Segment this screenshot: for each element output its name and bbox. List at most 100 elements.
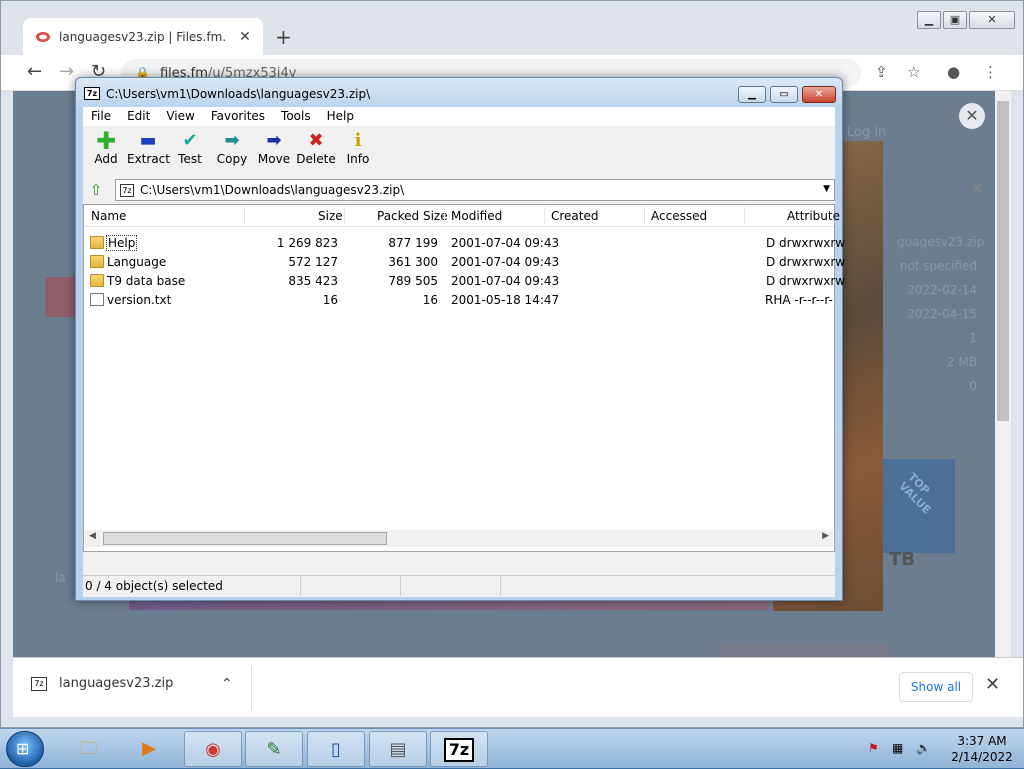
back-icon[interactable]: ← <box>27 61 42 82</box>
close-icon[interactable]: ✕ <box>969 11 1015 29</box>
scroll-left-icon[interactable]: ◀ <box>89 531 96 541</box>
page-info-0: guagesv23.zip <box>897 235 985 249</box>
page-login-link[interactable]: Log in <box>847 125 886 140</box>
path-combobox[interactable]: 7z C:\Users\vm1\Downloads\languagesv23.z… <box>115 179 835 201</box>
browser-tab[interactable]: languagesv23.zip | Files.fm. ✕ <box>23 18 263 56</box>
delete-button[interactable]: ✖ Delete <box>295 126 337 176</box>
panel-close-icon[interactable]: ✕ <box>971 181 983 197</box>
close-downloads-icon[interactable]: ✕ <box>985 674 1000 695</box>
top-value-badge: TOP VALUE <box>883 459 955 553</box>
share-icon[interactable]: ⇪ <box>875 63 888 81</box>
clock[interactable]: 3:37 AM 2/14/2022 <box>944 733 1020 765</box>
maximize-icon[interactable]: ▭ <box>770 86 798 103</box>
copy-button[interactable]: ➡ Copy <box>211 126 253 176</box>
system-tray: ⚑ ▦ 🔈 3:37 AM 2/14/2022 <box>862 729 1024 769</box>
col-packed-size[interactable]: Packed Size <box>377 209 448 223</box>
bookmark-star-icon[interactable]: ☆ <box>907 63 920 81</box>
address-row: ⇧ 7z C:\Users\vm1\Downloads\languagesv23… <box>83 178 835 202</box>
page-info-4: 1 <box>969 331 977 345</box>
scrollbar-thumb[interactable] <box>103 532 387 545</box>
folder-up-icon[interactable]: ⇧ <box>85 179 107 201</box>
close-icon[interactable]: ✕ <box>802 86 836 103</box>
menu-tools[interactable]: Tools <box>273 107 319 126</box>
tab-strip: languagesv23.zip | Files.fm. ✕ + ▁ ▣ ✕ <box>1 1 1023 56</box>
modal-close-icon[interactable]: ✕ <box>959 103 985 129</box>
list-item[interactable]: Language 572 127 361 300 2001-07-04 09:4… <box>84 253 845 272</box>
test-icon: ✔ <box>182 130 198 151</box>
extract-button[interactable]: ▬ Extract <box>127 126 170 176</box>
col-name[interactable]: Name <box>91 209 126 223</box>
column-divider[interactable] <box>544 207 545 225</box>
sevenzip-titlebar[interactable]: 7z C:\Users\vm1\Downloads\languagesv23.z… <box>76 78 842 108</box>
path-text: C:\Users\vm1\Downloads\languagesv23.zip\ <box>140 183 405 197</box>
taskbar-device-app-icon[interactable]: ▤ <box>369 731 427 767</box>
list-item[interactable]: T9 data base 835 423 789 505 2001-07-04 … <box>84 272 845 291</box>
column-divider[interactable] <box>744 207 745 225</box>
status-segment <box>301 576 401 596</box>
menu-help[interactable]: Help <box>319 107 362 126</box>
profile-avatar-icon[interactable]: ● <box>947 63 960 81</box>
page-bottom-bar <box>719 643 889 657</box>
info-button[interactable]: i Info <box>337 126 379 176</box>
page-tb-text: TB <box>889 549 915 570</box>
col-attribute[interactable]: Attribute <box>787 209 840 223</box>
volume-icon[interactable]: 🔈 <box>916 741 931 755</box>
col-size[interactable]: Size <box>318 209 343 223</box>
minimize-icon[interactable]: ▁ <box>917 11 941 29</box>
minimize-icon[interactable]: ▁ <box>738 86 766 103</box>
info-icon: i <box>354 130 362 151</box>
taskbar-chrome-icon[interactable]: ◉ <box>184 731 242 767</box>
column-divider[interactable] <box>244 207 245 225</box>
column-divider[interactable] <box>344 207 345 225</box>
test-button[interactable]: ✔ Test <box>169 126 211 176</box>
action-center-icon[interactable]: ⚑ <box>868 741 879 755</box>
menu-edit[interactable]: Edit <box>119 107 158 126</box>
archive-icon: 7z <box>120 183 134 197</box>
maximize-icon[interactable]: ▣ <box>943 11 967 29</box>
copy-icon: ➡ <box>224 130 240 151</box>
horizontal-scrollbar[interactable]: ◀ ▶ <box>85 530 833 547</box>
show-all-button[interactable]: Show all <box>899 672 973 702</box>
start-button[interactable]: ⊞ <box>6 731 44 767</box>
tab-close-icon[interactable]: ✕ <box>235 29 255 45</box>
new-tab-icon[interactable]: + <box>275 25 292 49</box>
page-scrollbar[interactable] <box>995 91 1011 657</box>
taskbar-media-player-icon[interactable]: ▶ <box>120 731 178 767</box>
status-segment <box>401 576 501 596</box>
status-segment: 0 / 4 object(s) selected <box>83 576 301 596</box>
forward-icon[interactable]: → <box>59 61 74 82</box>
menu-file[interactable]: File <box>83 107 119 126</box>
col-created[interactable]: Created <box>551 209 599 223</box>
add-button[interactable]: ✚ Add <box>85 126 127 176</box>
column-divider[interactable] <box>444 207 445 225</box>
scroll-right-icon[interactable]: ▶ <box>822 531 829 541</box>
scrollbar-thumb[interactable] <box>997 101 1009 421</box>
taskbar-7zip-icon[interactable]: 7z <box>430 731 488 767</box>
taskbar-chart-app-icon[interactable]: ✎ <box>245 731 303 767</box>
taskbar-explorer-icon[interactable]: 🗀 <box>60 731 118 767</box>
folder-icon <box>90 236 104 249</box>
more-menu-icon[interactable]: ⋮ <box>983 63 998 81</box>
menu-favorites[interactable]: Favorites <box>203 107 273 126</box>
sevenzip-window: 7z C:\Users\vm1\Downloads\languagesv23.z… <box>75 77 845 601</box>
file-list: Name Size Packed Size Modified Created A… <box>83 204 845 552</box>
tab-title: languagesv23.zip | Files.fm. <box>59 30 227 44</box>
network-icon[interactable]: ▦ <box>892 741 903 755</box>
page-info-1: not specified <box>899 259 977 273</box>
chevron-up-icon[interactable]: ⌃ <box>221 676 233 692</box>
col-modified[interactable]: Modified <box>451 209 502 223</box>
column-divider[interactable] <box>644 207 645 225</box>
list-item[interactable]: version.txt 16 16 2001-05-18 14:47 RHA -… <box>84 291 834 310</box>
clock-date: 2/14/2022 <box>951 750 1013 764</box>
taskbar-phone-app-icon[interactable]: ▯ <box>307 731 365 767</box>
col-accessed[interactable]: Accessed <box>651 209 707 223</box>
window-title: C:\Users\vm1\Downloads\languagesv23.zip\ <box>106 87 371 101</box>
move-button[interactable]: ➡ Move <box>253 126 295 176</box>
list-item[interactable]: Help 1 269 823 877 199 2001-07-04 09:43 … <box>84 234 845 253</box>
menu-bar: File Edit View Favorites Tools Help <box>83 107 835 126</box>
selection-status: 0 / 4 object(s) selected <box>85 579 223 593</box>
menu-view[interactable]: View <box>158 107 202 126</box>
dropdown-arrow-icon[interactable]: ▼ <box>823 184 830 194</box>
folder-icon <box>90 255 104 268</box>
download-item[interactable]: 7z languagesv23.zip <box>31 676 173 691</box>
